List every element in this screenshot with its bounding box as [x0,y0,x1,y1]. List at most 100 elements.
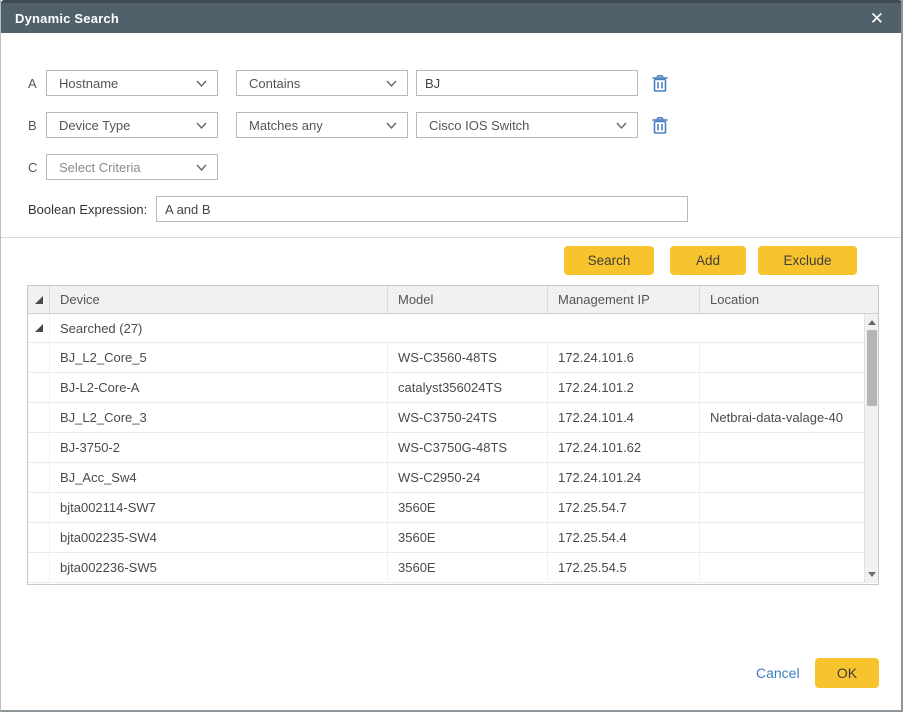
group-expand-control[interactable] [28,314,50,342]
group-label: Searched (27) [50,314,878,342]
table-header: Device Model Management IP Location [28,286,878,314]
cell-expand [28,403,50,432]
trash-icon[interactable] [651,116,669,135]
field-select-c[interactable]: Select Criteria [46,154,218,180]
table-row[interactable]: BJ_Acc_Sw4WS-C2950-24172.24.101.24 [28,463,878,493]
divider [1,237,902,238]
column-header-model[interactable]: Model [388,286,548,313]
chevron-down-icon [196,122,207,130]
criteria-label-a: A [28,76,42,91]
chevron-down-icon [196,164,207,172]
cell-model: 3560E [388,553,548,582]
cell-model: WS-C3560-48TS [388,343,548,372]
cell-loc [700,373,878,402]
field-select-b-value: Device Type [59,118,130,133]
cell-loc [700,493,878,522]
cell-device: BJ-L2-Core-A [50,373,388,402]
cell-device: BJ_L2_Core_5 [50,343,388,372]
cell-device: BJ_Acc_Sw4 [50,463,388,492]
collapse-triangle-icon [35,296,43,304]
cell-ip: 172.24.101.24 [548,463,700,492]
cell-model: WS-C2950-24 [388,463,548,492]
value-select-b[interactable]: Cisco IOS Switch [416,112,638,138]
field-select-c-value: Select Criteria [59,160,141,175]
table-row[interactable]: BJ-3750-2WS-C3750G-48TS172.24.101.62 [28,433,878,463]
cell-loc [700,433,878,462]
cancel-button[interactable]: Cancel [756,665,800,681]
cell-loc [700,343,878,372]
cell-model: WS-C3750G-48TS [388,433,548,462]
column-header-management-ip[interactable]: Management IP [548,286,700,313]
table-body: Searched (27) BJ_L2_Core_5WS-C3560-48TS1… [28,314,878,583]
cell-model: catalyst356024TS [388,373,548,402]
cell-loc [700,553,878,582]
scroll-up-icon[interactable] [868,320,876,325]
group-row-searched[interactable]: Searched (27) [28,314,878,343]
operator-select-a[interactable]: Contains [236,70,408,96]
scrollbar-thumb[interactable] [867,330,877,406]
boolean-expression-label: Boolean Expression: [28,202,147,217]
value-input-a[interactable] [416,70,638,96]
table-row[interactable]: BJ_L2_Core_5WS-C3560-48TS172.24.101.6 [28,343,878,373]
cell-loc [700,463,878,492]
cell-ip: 172.25.54.7 [548,493,700,522]
collapse-triangle-icon [35,324,43,332]
cell-expand [28,553,50,582]
cell-loc: Netbrai-data-valage-40 [700,403,878,432]
chevron-down-icon [386,80,397,88]
table-row[interactable]: bjta002235-SW43560E172.25.54.4 [28,523,878,553]
exclude-button[interactable]: Exclude [758,246,857,275]
cell-loc [700,523,878,552]
chevron-down-icon [196,80,207,88]
cell-model: 3560E [388,523,548,552]
chevron-down-icon [386,122,397,130]
cell-device: bjta002114-SW7 [50,493,388,522]
dialog-titlebar: Dynamic Search ✕ [1,0,902,33]
close-icon[interactable]: ✕ [866,8,888,29]
cell-expand [28,343,50,372]
column-header-location[interactable]: Location [700,286,878,313]
cell-ip: 172.25.54.5 [548,553,700,582]
field-select-b[interactable]: Device Type [46,112,218,138]
criteria-label-c: C [28,160,42,175]
cell-expand [28,373,50,402]
cell-device: BJ-3750-2 [50,433,388,462]
chevron-down-icon [616,122,627,130]
cell-expand [28,433,50,462]
field-select-a-value: Hostname [59,76,118,91]
value-select-b-value: Cisco IOS Switch [429,118,529,133]
field-select-a[interactable]: Hostname [46,70,218,96]
cell-ip: 172.24.101.62 [548,433,700,462]
cell-device: bjta002235-SW4 [50,523,388,552]
table-scrollbar[interactable] [864,314,878,583]
trash-icon[interactable] [651,74,669,93]
cell-model: WS-C3750-24TS [388,403,548,432]
ok-button[interactable]: OK [815,658,879,688]
boolean-expression-input[interactable] [156,196,688,222]
cell-device: BJ_L2_Core_3 [50,403,388,432]
table-row[interactable]: BJ_L2_Core_3WS-C3750-24TS172.24.101.4Net… [28,403,878,433]
scroll-down-icon[interactable] [868,572,876,577]
dynamic-search-dialog: Dynamic Search ✕ A Hostname Contains B [0,0,903,712]
operator-select-b[interactable]: Matches any [236,112,408,138]
cell-model: 3560E [388,493,548,522]
cell-expand [28,463,50,492]
cell-ip: 172.24.101.2 [548,373,700,402]
cell-ip: 172.24.101.4 [548,403,700,432]
add-button[interactable]: Add [670,246,746,275]
search-button[interactable]: Search [564,246,654,275]
cell-ip: 172.25.54.4 [548,523,700,552]
device-rows: BJ_L2_Core_5WS-C3560-48TS172.24.101.6BJ-… [28,343,878,583]
cell-ip: 172.24.101.6 [548,343,700,372]
device-table: Device Model Management IP Location Sear… [27,285,879,585]
table-row[interactable]: BJ-L2-Core-Acatalyst356024TS172.24.101.2 [28,373,878,403]
collapse-all-control[interactable] [28,286,50,313]
criteria-label-b: B [28,118,42,133]
operator-select-a-value: Contains [249,76,300,91]
dialog-title: Dynamic Search [15,11,119,26]
column-header-device[interactable]: Device [50,286,388,313]
operator-select-b-value: Matches any [249,118,323,133]
boolean-expression-row: Boolean Expression: [1,196,901,222]
table-row[interactable]: bjta002114-SW73560E172.25.54.7 [28,493,878,523]
table-row[interactable]: bjta002236-SW53560E172.25.54.5 [28,553,878,583]
